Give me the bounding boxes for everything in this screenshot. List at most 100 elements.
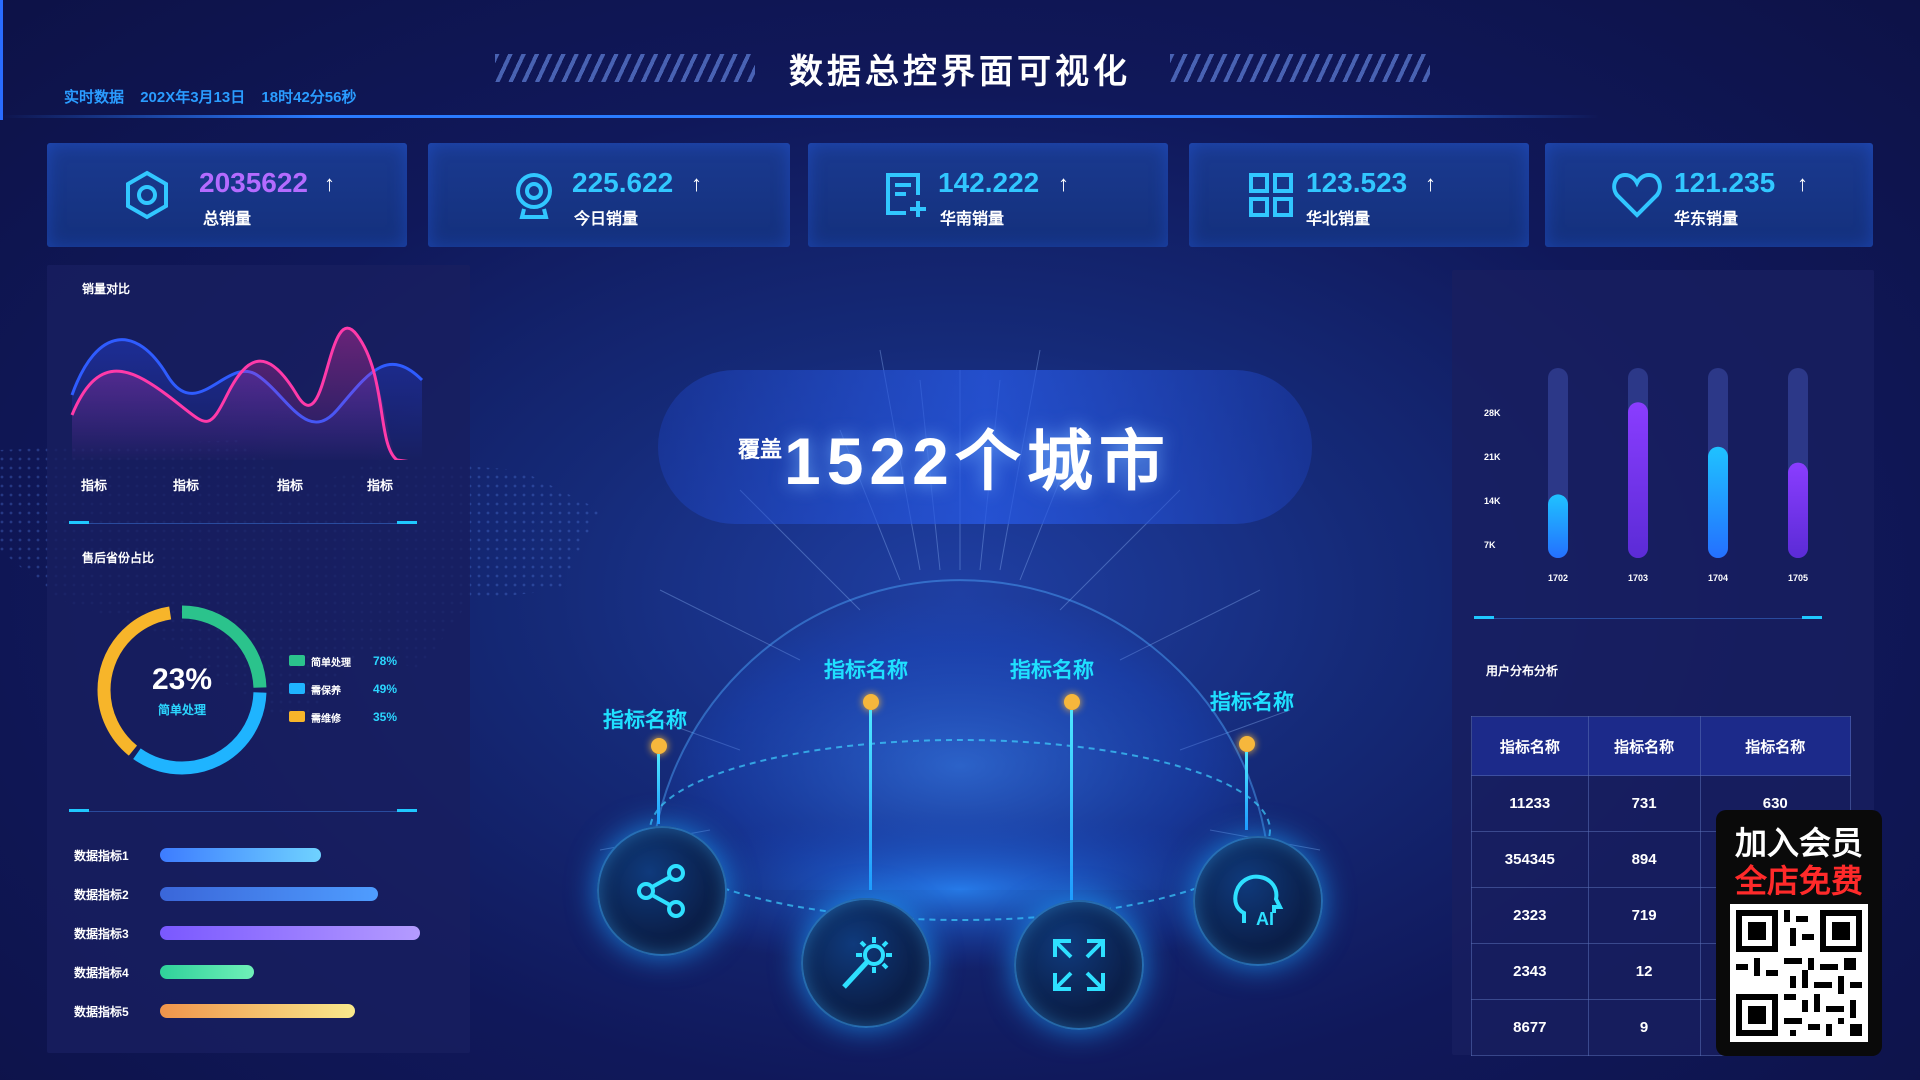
stat-value: 2035622 [199,167,309,198]
legend-pct: 78% [373,654,398,668]
metric-label: 数据指标5 [74,1005,129,1019]
share-nodes-icon [637,864,685,918]
stat-card-total[interactable]: 2035622 ↑ 总销量 [47,143,407,247]
metric-bar [160,926,420,940]
divider-cap [69,809,89,812]
member-promo[interactable]: 加入会员 全店免费 [1716,810,1882,1056]
magic-wand-icon [842,937,892,989]
donut-center-value: 23% [151,663,213,696]
orb-ai[interactable]: AI [1193,836,1323,966]
promo-line2: 全店免费 [1734,863,1863,899]
metric-stem [1245,752,1248,830]
stat-value: 225.622 [572,167,674,198]
stat-value: 142.222 [938,167,1040,198]
metric-stem [869,710,872,890]
legend-pct: 35% [373,710,398,724]
divider-cap [1474,616,1494,619]
orb-expand[interactable] [1014,900,1144,1030]
legend-swatch [289,683,305,694]
x-tick-label: 1703 [1628,573,1648,583]
legend-swatch [289,711,305,722]
legend-swatch [289,655,305,666]
stat-label: 华北销量 [1306,211,1371,228]
section-divider [69,811,414,812]
orb-magic[interactable] [801,898,931,1028]
left-panel: 销量对比 指标 指标 指标 指标 售后省份占比 23% 简单处理 简单处理 78… [47,265,470,1053]
table-cell: 731 [1587,775,1701,832]
section-divider [1474,618,1819,619]
metric-bar [160,887,378,901]
metric-bar [160,1004,355,1018]
x-label: 指标 [277,478,304,493]
metric-name: 指标名称 [603,709,687,732]
aftersale-title: 售后省份占比 [82,551,155,565]
svg-text:AI: AI [1256,909,1274,929]
document-add-icon [886,173,926,217]
up-arrow-icon: ↑ [324,171,335,196]
table-header: 指标名称 [1699,716,1852,776]
stat-value: 123.523 [1306,167,1408,198]
table-cell: 354345 [1471,831,1589,888]
coverage-prefix: 覆盖 [738,437,783,462]
legend-label: 简单处理 [311,658,351,669]
metric-label: 数据指标3 [74,927,129,941]
x-tick-label: 1704 [1708,573,1728,583]
table-cell: 9 [1587,999,1701,1056]
y-tick-label: 28K [1484,408,1501,418]
stat-card-today[interactable]: 225.622 ↑ 今日销量 [428,143,790,247]
x-label: 指标 [81,478,108,493]
y-tick-label: 14K [1484,496,1501,506]
qr-code [1730,904,1868,1042]
metric-label: 数据指标2 [74,888,129,902]
x-tick-label: 1705 [1788,573,1808,583]
stat-card-north[interactable]: 123.523 ↑ 华北销量 [1189,143,1529,247]
metric-stem [657,754,660,824]
table-cell: 894 [1587,831,1701,888]
metric-label: 数据指标4 [74,966,129,980]
grid-apps-icon [1249,173,1293,217]
stat-card-south[interactable]: 142.222 ↑ 华南销量 [808,143,1168,247]
stat-label: 总销量 [203,211,252,228]
divider-cap [69,521,89,524]
table-cell: 719 [1587,887,1701,944]
metric-name: 指标名称 [1210,691,1294,714]
metric-dot [863,694,879,710]
qr-code-icon [1736,910,1862,1036]
table-header: 指标名称 [1587,716,1701,776]
orb-share[interactable] [597,826,727,956]
stat-value: 121.235 [1674,167,1776,198]
y-tick-label: 7K [1484,540,1496,550]
metric-stem [1070,710,1073,900]
table-header: 指标名称 [1471,716,1589,776]
realtime-label: 实时数据 [64,89,125,106]
stat-label: 今日销量 [574,211,639,228]
x-label: 指标 [367,478,394,493]
metric-label: 数据指标1 [74,849,129,863]
stat-label: 华南销量 [940,211,1005,228]
sales-compare-line-chart [70,326,427,460]
divider-cap [1802,616,1822,619]
bar-1704 [1708,446,1728,558]
heart-icon [1612,172,1662,218]
metric-name: 指标名称 [1010,659,1094,682]
table-cell: 2343 [1471,943,1589,1000]
bar-1703 [1628,402,1648,558]
donut-center-label: 简单处理 [157,703,206,717]
user-dist-title: 用户分布分析 [1486,664,1559,678]
hexagon-nut-icon [126,170,168,220]
divider-cap [397,521,417,524]
legend-label: 需保养 [311,686,341,697]
up-arrow-icon: ↑ [1425,171,1436,196]
stat-card-east[interactable]: 121.235 ↑ 华东销量 [1545,143,1873,247]
realtime-bar: 实时数据 202X年3月13日 18时42分56秒 [64,86,368,107]
bar-chart: 28K 21K 14K 7K 1702 1703 1704 1705 [1484,368,1808,583]
metric-name: 指标名称 [824,659,908,682]
bar-1702 [1548,494,1568,558]
ai-head-icon: AI [1233,874,1284,929]
realtime-date: 202X年3月13日 [140,89,246,106]
up-arrow-icon: ↑ [691,171,702,196]
legend-pct: 49% [373,682,398,696]
stat-label: 华东销量 [1674,211,1739,228]
table-cell: 2323 [1471,887,1589,944]
table-cell: 11233 [1471,775,1589,832]
